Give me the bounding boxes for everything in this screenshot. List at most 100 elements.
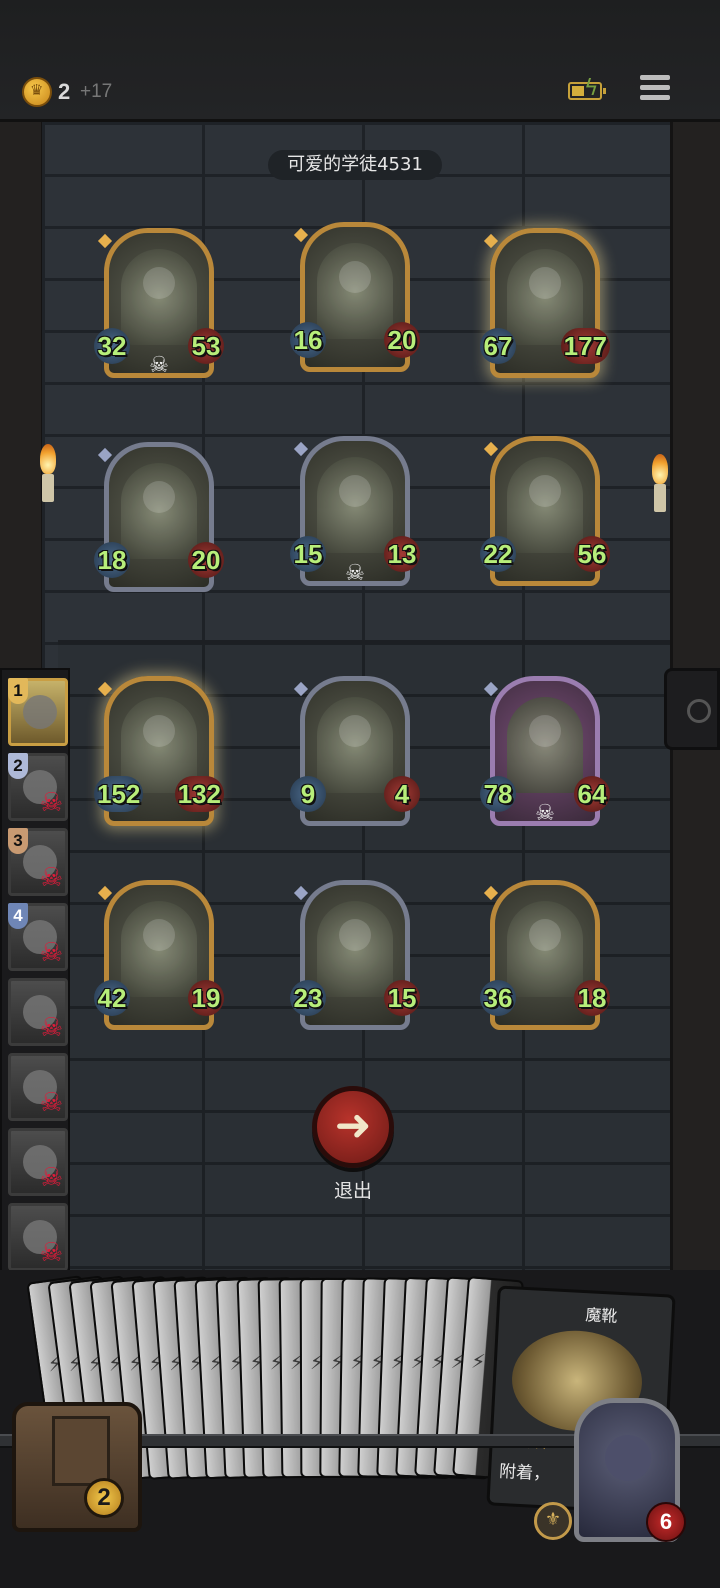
history-entry[interactable]: ☠ xyxy=(8,1053,68,1121)
tier-gem-icon xyxy=(97,233,113,249)
hero-health: 6 xyxy=(646,1502,686,1542)
history-entry[interactable]: ☠ xyxy=(8,978,68,1046)
door-handle[interactable] xyxy=(664,668,720,750)
health-stat: 18 xyxy=(574,980,610,1016)
health-stat: 56 xyxy=(574,536,610,572)
tier-gem-icon xyxy=(483,885,499,901)
history-entry[interactable]: 4 ☠ xyxy=(8,903,68,971)
menu-button[interactable] xyxy=(640,75,670,105)
attack-stat: 32 xyxy=(94,328,130,364)
tier-gem-icon xyxy=(97,447,113,463)
enemy-minion[interactable]: 16 20 xyxy=(290,222,420,386)
rank-badge: 1 xyxy=(8,678,28,704)
history-entry[interactable]: 1 xyxy=(8,678,68,746)
attack-stat: 36 xyxy=(480,980,516,1016)
opponent-portrait xyxy=(23,695,57,729)
charging-bolt-icon: ϟ xyxy=(584,76,599,101)
skull-icon: ☠ xyxy=(535,801,555,826)
health-stat: 64 xyxy=(574,776,610,812)
health-stat: 20 xyxy=(188,542,224,578)
attack-stat: 152 xyxy=(94,776,144,812)
attack-stat: 23 xyxy=(290,980,326,1016)
attack-stat: 42 xyxy=(94,980,130,1016)
torch-icon xyxy=(650,454,670,514)
history-entry[interactable]: 2 ☠ xyxy=(8,753,68,821)
enemy-minion[interactable]: 18 20 xyxy=(94,442,224,606)
minion-portrait xyxy=(317,243,393,339)
skull-crossbones-icon: ☠ xyxy=(39,1013,63,1043)
health-stat: 19 xyxy=(188,980,224,1016)
history-entry[interactable]: ☠ xyxy=(8,1203,68,1271)
tier-gem-icon xyxy=(483,681,499,697)
skull-crossbones-icon: ☠ xyxy=(39,1088,63,1118)
minion-portrait xyxy=(121,901,197,997)
attack-stat: 9 xyxy=(290,776,326,812)
tier-gem-icon xyxy=(97,681,113,697)
enemy-minion[interactable]: 32 53 ☠ xyxy=(94,228,224,392)
match-history-panel: 1 2 ☠ 3 ☠ 4 ☠ ☠ ☠ ☠ ☠ xyxy=(0,668,70,1276)
tier-gem-icon xyxy=(97,885,113,901)
tier-gem-icon xyxy=(483,441,499,457)
skull-icon: ☠ xyxy=(149,353,169,378)
health-stat: 13 xyxy=(384,536,420,572)
tier-gem-icon xyxy=(293,681,309,697)
minion-portrait xyxy=(507,457,583,553)
player-minion[interactable]: 36 18 xyxy=(480,880,610,1044)
attack-stat: 18 xyxy=(94,542,130,578)
rank-badge: 3 xyxy=(8,828,28,854)
right-pillar xyxy=(670,122,720,1452)
attack-stat: 15 xyxy=(290,536,326,572)
attack-stat: 16 xyxy=(290,322,326,358)
chest-count: 2 xyxy=(84,1478,124,1518)
chest-icon[interactable] xyxy=(12,1402,142,1532)
attack-stat: 78 xyxy=(480,776,516,812)
history-entry[interactable]: 3 ☠ xyxy=(8,828,68,896)
gold-count: 2 xyxy=(58,79,71,104)
attack-stat: 67 xyxy=(480,328,516,364)
top-bar: 2 +17 ϟ xyxy=(0,0,720,122)
minion-portrait xyxy=(317,697,393,793)
health-stat: 53 xyxy=(188,328,224,364)
skull-crossbones-icon: ☠ xyxy=(39,1238,63,1268)
minion-portrait xyxy=(317,457,393,553)
history-entry[interactable]: ☠ xyxy=(8,1128,68,1196)
rank-badge: 4 xyxy=(8,903,28,929)
enemy-minion[interactable]: 15 13 ☠ xyxy=(290,436,420,600)
rank-badge: 2 xyxy=(8,753,28,779)
skull-crossbones-icon: ☠ xyxy=(39,788,63,818)
player-minion[interactable]: 152 132 xyxy=(94,676,224,840)
player-minion[interactable]: 23 15 xyxy=(290,880,420,1044)
minion-portrait xyxy=(121,463,197,559)
opponent-name: 可爱的学徒4531 xyxy=(268,150,442,180)
health-stat: 15 xyxy=(384,980,420,1016)
enemy-minion[interactable]: 67 177 xyxy=(480,228,610,392)
gold-income: +17 xyxy=(80,81,113,102)
player-minion[interactable]: 42 19 xyxy=(94,880,224,1044)
enemy-minion[interactable]: 22 56 xyxy=(480,436,610,600)
skull-crossbones-icon: ☠ xyxy=(39,1163,63,1193)
health-stat: 132 xyxy=(174,776,224,812)
minion-portrait xyxy=(507,901,583,997)
arrow-left-icon: ➜ xyxy=(334,1100,372,1151)
tier-gem-icon xyxy=(293,441,309,457)
minion-portrait xyxy=(507,697,583,793)
health-stat: 20 xyxy=(384,322,420,358)
health-stat: 177 xyxy=(560,328,610,364)
skull-crossbones-icon: ☠ xyxy=(39,863,63,893)
player-minion[interactable]: 78 64 ☠ xyxy=(480,676,610,840)
torch-icon xyxy=(38,444,58,504)
exit-button[interactable]: ➜ xyxy=(312,1086,394,1168)
skull-crossbones-icon: ☠ xyxy=(39,938,63,968)
tier-gem-icon xyxy=(483,233,499,249)
attack-stat: 22 xyxy=(480,536,516,572)
menu-icon xyxy=(640,75,670,80)
player-minion[interactable]: 94 xyxy=(290,676,420,840)
minion-portrait xyxy=(121,249,197,345)
tier-gem-icon xyxy=(293,885,309,901)
skull-icon: ☠ xyxy=(345,561,365,586)
hero-power-icon[interactable]: ⚜ xyxy=(534,1502,572,1540)
minion-portrait xyxy=(317,901,393,997)
card-name: 魔靴 xyxy=(584,1305,618,1326)
exit-label: 退出 xyxy=(333,1180,372,1202)
coin-icon xyxy=(22,77,52,107)
